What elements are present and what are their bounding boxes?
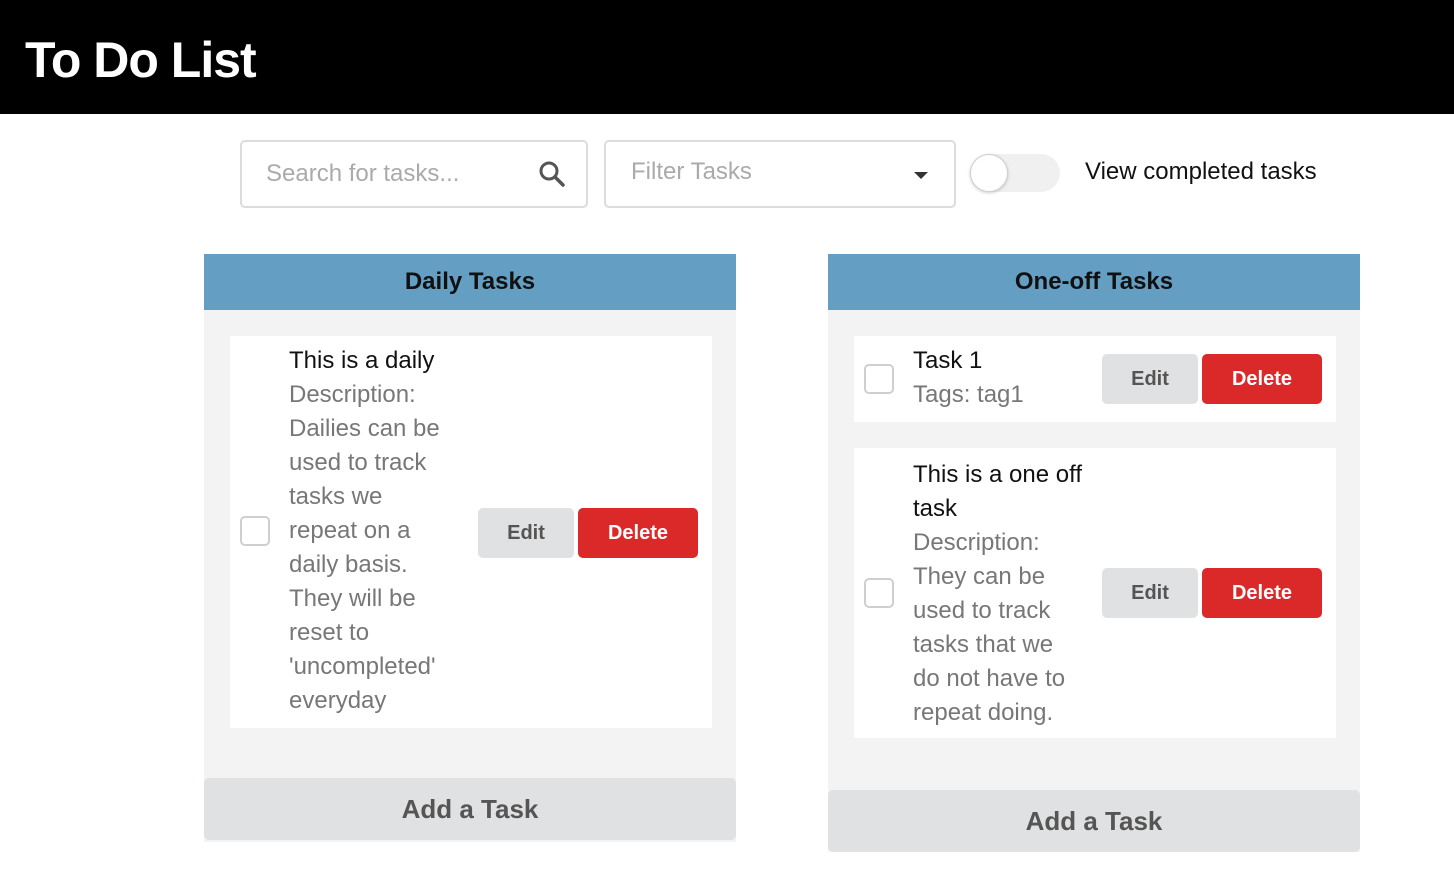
app-title: To Do List <box>25 32 257 88</box>
task-checkbox[interactable] <box>864 578 894 608</box>
chevron-down-icon <box>914 172 928 179</box>
search-icon[interactable] <box>538 160 566 188</box>
task-description: Description: Dailies can be used to trac… <box>289 381 440 714</box>
edit-button[interactable]: Edit <box>478 508 574 558</box>
filter-placeholder: Filter Tasks <box>631 158 752 185</box>
edit-button[interactable]: Edit <box>1102 568 1198 618</box>
search-field[interactable] <box>240 140 588 208</box>
completed-toggle[interactable] <box>970 154 1060 192</box>
add-task-button[interactable]: Add a Task <box>828 790 1360 852</box>
delete-button[interactable]: Delete <box>1202 568 1322 618</box>
task-tags: Tags: tag1 <box>913 381 1024 408</box>
task-text: Task 1 Tags: tag1 <box>913 344 1024 412</box>
completed-toggle-label: View completed tasks <box>1085 158 1317 185</box>
task-description: Description: They can be used to track t… <box>913 529 1066 726</box>
task-checkbox[interactable] <box>240 516 270 546</box>
task-card: This is a daily Description: Dailies can… <box>230 336 712 728</box>
column-header: One-off Tasks <box>828 254 1360 310</box>
delete-button[interactable]: Delete <box>1202 354 1322 404</box>
task-title: This is a one off task <box>913 461 1082 522</box>
toggle-knob <box>970 154 1008 192</box>
app-header: To Do List <box>0 0 1454 114</box>
column-header: Daily Tasks <box>204 254 736 310</box>
task-text: This is a one off task Description: They… <box>913 458 1082 730</box>
filter-dropdown[interactable]: Filter Tasks <box>604 140 956 208</box>
task-checkbox[interactable] <box>864 364 894 394</box>
daily-tasks-column: Daily Tasks This is a daily Description:… <box>204 254 736 842</box>
task-card: Task 1 Tags: tag1 Edit Delete <box>854 336 1336 422</box>
one-off-tasks-column: One-off Tasks Task 1 Tags: tag1 Edit Del… <box>828 254 1360 852</box>
task-text: This is a daily Description: Dailies can… <box>289 344 440 718</box>
search-input[interactable] <box>266 156 536 192</box>
task-title: Task 1 <box>913 347 983 374</box>
task-card: This is a one off task Description: They… <box>854 448 1336 738</box>
edit-button[interactable]: Edit <box>1102 354 1198 404</box>
delete-button[interactable]: Delete <box>578 508 698 558</box>
add-task-button[interactable]: Add a Task <box>204 778 736 840</box>
task-title: This is a daily <box>289 347 435 374</box>
